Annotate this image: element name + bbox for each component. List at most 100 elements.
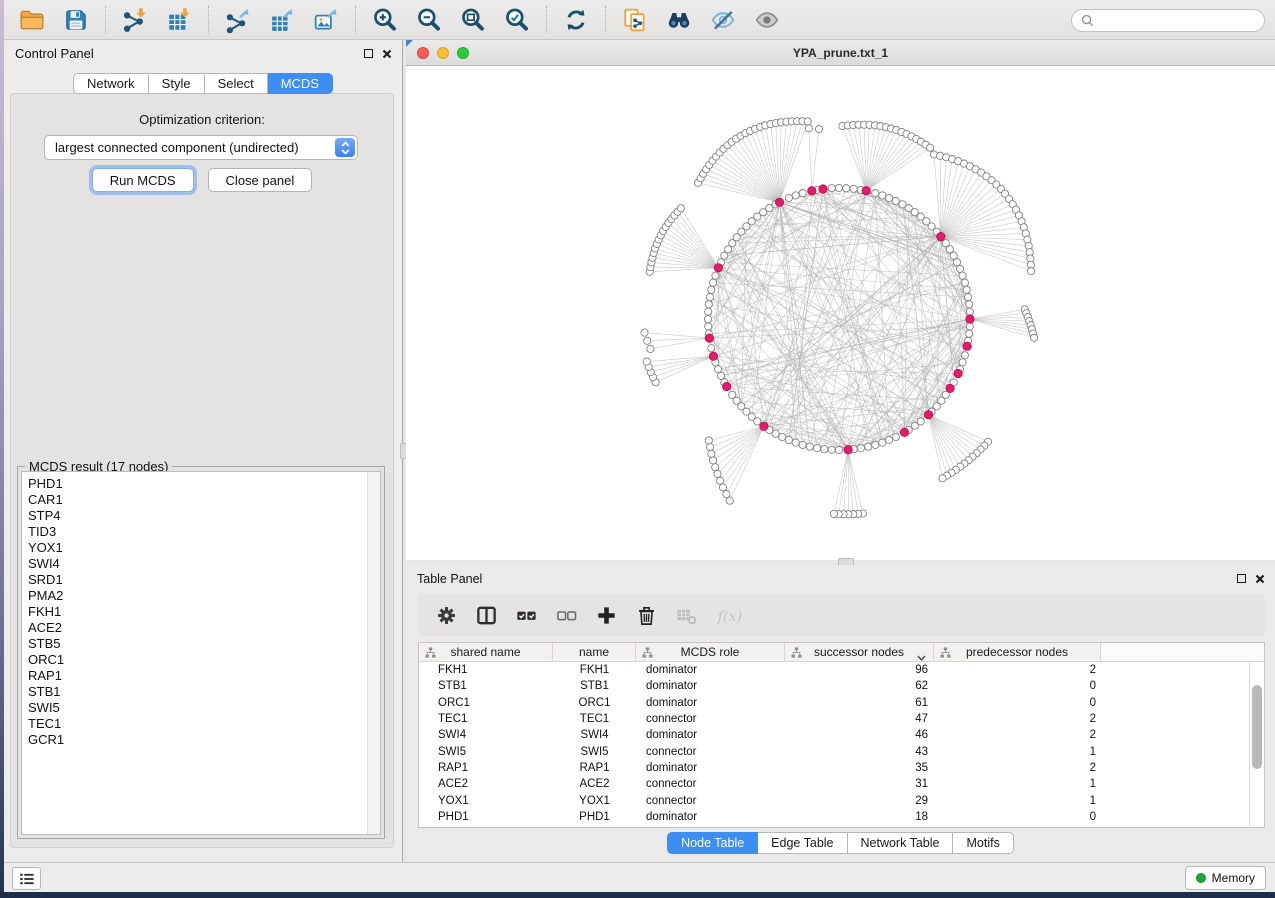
table-row[interactable]: SWI4SWI4dominator462 — [419, 727, 1249, 743]
memory-button[interactable]: Memory — [1185, 866, 1266, 890]
delete-table-icon — [675, 604, 698, 627]
float-window-icon[interactable] — [1237, 574, 1246, 583]
mcds-result-item[interactable]: SWI4 — [28, 556, 360, 572]
cell-predecessor-nodes: 1 — [934, 795, 1101, 807]
column-label: name — [579, 645, 609, 659]
close-panel-button[interactable]: Close panel — [208, 168, 313, 192]
zoom-in-button[interactable] — [371, 6, 399, 34]
cell-mcds-role: connector — [636, 778, 785, 790]
tab-motifs[interactable]: Motifs — [953, 832, 1013, 854]
maximize-window-icon[interactable] — [457, 47, 469, 59]
mcds-result-item[interactable]: STP4 — [28, 508, 360, 524]
tab-select[interactable]: Select — [205, 73, 268, 94]
change-table-mode-button[interactable] — [434, 603, 459, 628]
mcds-result-list[interactable]: PHD1CAR1STP4TID3YOX1SWI4SRD1PMA2FKH1ACE2… — [21, 471, 381, 835]
mcds-result-item[interactable]: TID3 — [28, 524, 360, 540]
export-table-button[interactable] — [268, 6, 296, 34]
mcds-result-item[interactable]: CAR1 — [28, 492, 360, 508]
zoom-out-button[interactable] — [415, 6, 443, 34]
cell-mcds-role: connector — [636, 713, 785, 725]
task-history-button[interactable] — [12, 867, 41, 890]
mcds-result-item[interactable]: PHD1 — [28, 476, 360, 492]
table-scrollbar[interactable] — [1249, 662, 1264, 827]
float-window-icon[interactable] — [364, 49, 373, 58]
tab-network[interactable]: Network — [73, 73, 149, 94]
mcds-result-scrollbar[interactable] — [367, 472, 380, 834]
mcds-result-item[interactable]: FKH1 — [28, 604, 360, 620]
show-all-button[interactable] — [753, 6, 781, 34]
toolbar-separator — [105, 6, 106, 34]
criterion-dropdown[interactable]: largest connected component (undirected) — [44, 135, 358, 160]
close-icon[interactable] — [382, 49, 392, 59]
run-mcds-button[interactable]: Run MCDS — [92, 168, 194, 192]
tab-edge-table[interactable]: Edge Table — [758, 832, 847, 854]
minimize-window-icon[interactable] — [437, 47, 449, 59]
column-label: MCDS role — [681, 645, 740, 659]
table-row[interactable]: ACE2ACE2connector311 — [419, 776, 1249, 792]
table-row[interactable]: PHD1PHD1dominator180 — [419, 809, 1249, 825]
tab-mcds[interactable]: MCDS — [268, 73, 333, 94]
table-row[interactable]: RAP1RAP1dominator352 — [419, 760, 1249, 776]
mcds-result-item[interactable]: ORC1 — [28, 652, 360, 668]
save-session-button[interactable] — [62, 6, 90, 34]
select-all-button[interactable] — [514, 603, 539, 628]
tab-network-table[interactable]: Network Table — [848, 832, 954, 854]
table-row[interactable]: SWI5SWI5connector431 — [419, 743, 1249, 759]
mcds-result-item[interactable]: SRD1 — [28, 572, 360, 588]
zoom-selected-region-button[interactable] — [503, 6, 531, 34]
show-columns-button[interactable] — [474, 603, 499, 628]
search-box[interactable] — [1071, 9, 1265, 32]
apply-preferred-layout-button[interactable] — [562, 6, 590, 34]
network-canvas[interactable] — [406, 66, 1275, 560]
tab-style[interactable]: Style — [149, 73, 205, 94]
close-icon[interactable] — [1255, 574, 1265, 584]
tab-node-table[interactable]: Node Table — [667, 832, 758, 854]
table-row[interactable]: ORC1ORC1dominator610 — [419, 695, 1249, 711]
column-label: successor nodes — [814, 645, 904, 659]
close-window-icon[interactable] — [417, 47, 429, 59]
network-view-window: YPA_prune.txt_1 — [406, 40, 1275, 560]
dropdown-stepper-icon — [335, 138, 355, 157]
table-row[interactable]: FKH1FKH1dominator962 — [419, 662, 1249, 678]
table-panel: Table Panel f(x) shared namenameMCDS rol… — [406, 565, 1275, 862]
cell-predecessor-nodes: 2 — [934, 729, 1101, 741]
scrollbar-thumb[interactable] — [1252, 685, 1262, 769]
column-header-mcds-role[interactable]: MCDS role — [636, 643, 785, 661]
find-first-neighbors-button[interactable] — [665, 6, 693, 34]
mcds-result-item[interactable]: YOX1 — [28, 540, 360, 556]
column-header-shared-name[interactable]: shared name — [419, 643, 553, 661]
open-file-button[interactable] — [18, 6, 46, 34]
mcds-result-item[interactable]: ACE2 — [28, 620, 360, 636]
cell-predecessor-nodes: 0 — [934, 697, 1101, 709]
export-image-button[interactable] — [312, 6, 340, 34]
mcds-result-item[interactable]: TEC1 — [28, 716, 360, 732]
import-table-from-file-button[interactable] — [165, 6, 193, 34]
mcds-result-item[interactable]: RAP1 — [28, 668, 360, 684]
mcds-result-item[interactable]: GCR1 — [28, 732, 360, 748]
attribute-icon — [940, 647, 951, 661]
delete-columns-button[interactable] — [634, 603, 659, 628]
mcds-result-item[interactable]: STB1 — [28, 684, 360, 700]
window-controls — [417, 47, 469, 59]
column-header-successor-nodes[interactable]: successor nodes — [785, 643, 934, 661]
hide-selected-button[interactable] — [709, 6, 737, 34]
cell-successor-nodes: 18 — [785, 811, 934, 823]
search-input[interactable] — [1100, 14, 1255, 28]
mcds-result-item[interactable]: PMA2 — [28, 588, 360, 604]
deselect-all-button[interactable] — [554, 603, 579, 628]
table-row[interactable]: STB1STB1dominator620 — [419, 678, 1249, 694]
mcds-result-item[interactable]: SWI5 — [28, 700, 360, 716]
cell-shared-name: STB1 — [419, 680, 553, 692]
import-network-from-file-button[interactable] — [121, 6, 149, 34]
create-column-button[interactable] — [594, 603, 619, 628]
create-network-from-selection-button[interactable] — [621, 6, 649, 34]
export-network-button[interactable] — [224, 6, 252, 34]
column-header-predecessor-nodes[interactable]: predecessor nodes — [934, 643, 1101, 661]
table-row[interactable]: YOX1YOX1connector291 — [419, 792, 1249, 808]
mcds-result-item[interactable]: STB5 — [28, 636, 360, 652]
table-row[interactable]: TEC1TEC1connector472 — [419, 711, 1249, 727]
attribute-icon — [642, 647, 653, 661]
network-window-titlebar[interactable]: YPA_prune.txt_1 — [406, 40, 1275, 66]
zoom-fit-content-button[interactable] — [459, 6, 487, 34]
column-header-name[interactable]: name — [553, 643, 636, 661]
